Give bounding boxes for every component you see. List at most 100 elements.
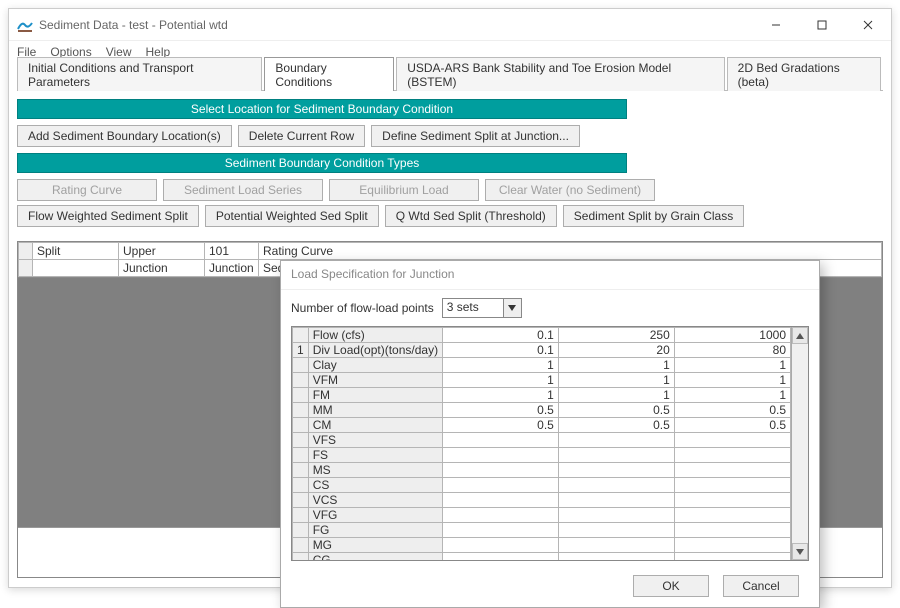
- cell[interactable]: [443, 463, 559, 478]
- add-location-button[interactable]: Add Sediment Boundary Location(s): [17, 125, 232, 147]
- cancel-button[interactable]: Cancel: [723, 575, 799, 597]
- cell[interactable]: 1000: [674, 328, 790, 343]
- cell[interactable]: [674, 553, 790, 561]
- cell[interactable]: [558, 478, 674, 493]
- minimize-button[interactable]: [753, 9, 799, 40]
- cell[interactable]: [558, 508, 674, 523]
- cell[interactable]: [674, 508, 790, 523]
- cell[interactable]: [443, 553, 559, 561]
- grid-row[interactable]: CS: [293, 478, 791, 493]
- cell[interactable]: 1: [558, 358, 674, 373]
- tab-2d-gradations[interactable]: 2D Bed Gradations (beta): [727, 57, 881, 91]
- cell[interactable]: Upper: [119, 243, 205, 260]
- cell[interactable]: [674, 463, 790, 478]
- grid-row[interactable]: Flow (cfs)0.12501000: [293, 328, 791, 343]
- clear-water-button[interactable]: Clear Water (no Sediment): [485, 179, 655, 201]
- cell[interactable]: 1: [674, 373, 790, 388]
- cell[interactable]: [443, 448, 559, 463]
- define-split-button[interactable]: Define Sediment Split at Junction...: [371, 125, 580, 147]
- grid-row[interactable]: MG: [293, 538, 791, 553]
- cell[interactable]: [558, 433, 674, 448]
- cell[interactable]: [443, 508, 559, 523]
- grid-row[interactable]: Clay111: [293, 358, 791, 373]
- cell[interactable]: [443, 433, 559, 448]
- cell[interactable]: [674, 493, 790, 508]
- grid-row[interactable]: VFM111: [293, 373, 791, 388]
- cell[interactable]: 250: [558, 328, 674, 343]
- chevron-down-icon[interactable]: [503, 299, 521, 317]
- scroll-down-icon[interactable]: [792, 543, 808, 560]
- cell[interactable]: [558, 493, 674, 508]
- cell[interactable]: [558, 553, 674, 561]
- cell[interactable]: 0.5: [558, 418, 674, 433]
- cell[interactable]: 0.5: [443, 403, 559, 418]
- scroll-up-icon[interactable]: [792, 327, 808, 344]
- cell[interactable]: 0.5: [674, 403, 790, 418]
- maximize-button[interactable]: [799, 9, 845, 40]
- load-series-button[interactable]: Sediment Load Series: [163, 179, 323, 201]
- grid-row[interactable]: VFG: [293, 508, 791, 523]
- ok-button[interactable]: OK: [633, 575, 709, 597]
- cell[interactable]: 0.5: [443, 418, 559, 433]
- table-row[interactable]: SplitUpper101Rating Curve: [19, 243, 882, 260]
- rating-curve-button[interactable]: Rating Curve: [17, 179, 157, 201]
- cell[interactable]: 0.5: [674, 418, 790, 433]
- cell[interactable]: 1: [443, 358, 559, 373]
- cell[interactable]: Split: [33, 243, 119, 260]
- cell[interactable]: [33, 260, 119, 277]
- flow-weighted-split-button[interactable]: Flow Weighted Sediment Split: [17, 205, 199, 227]
- cell[interactable]: [443, 478, 559, 493]
- tab-boundary-conditions[interactable]: Boundary Conditions: [264, 57, 394, 91]
- cell[interactable]: [558, 448, 674, 463]
- cell[interactable]: 0.1: [443, 328, 559, 343]
- tab-bstem[interactable]: USDA-ARS Bank Stability and Toe Erosion …: [396, 57, 724, 91]
- cell[interactable]: 1: [674, 358, 790, 373]
- grid-row[interactable]: CG: [293, 553, 791, 561]
- cell[interactable]: [443, 523, 559, 538]
- grid-row[interactable]: VFS: [293, 433, 791, 448]
- cell[interactable]: [558, 538, 674, 553]
- cell[interactable]: [558, 463, 674, 478]
- grid-row[interactable]: FS: [293, 448, 791, 463]
- cell[interactable]: 0.1: [443, 343, 559, 358]
- cell[interactable]: Junction: [205, 260, 259, 277]
- cell[interactable]: [443, 538, 559, 553]
- grid-row[interactable]: FG: [293, 523, 791, 538]
- grid-row[interactable]: 1Div Load(opt)(tons/day)0.12080: [293, 343, 791, 358]
- cell[interactable]: [674, 478, 790, 493]
- cell[interactable]: [674, 433, 790, 448]
- load-grid[interactable]: Flow (cfs)0.125010001Div Load(opt)(tons/…: [291, 326, 809, 561]
- equilibrium-button[interactable]: Equilibrium Load: [329, 179, 479, 201]
- cell[interactable]: 1: [558, 373, 674, 388]
- grid-row[interactable]: MS: [293, 463, 791, 478]
- row-selector[interactable]: [19, 260, 33, 277]
- cell[interactable]: 0.5: [558, 403, 674, 418]
- cell[interactable]: 1: [674, 388, 790, 403]
- grid-row[interactable]: VCS: [293, 493, 791, 508]
- tab-initial-conditions[interactable]: Initial Conditions and Transport Paramet…: [17, 57, 262, 91]
- close-button[interactable]: [845, 9, 891, 40]
- potential-weighted-split-button[interactable]: Potential Weighted Sed Split: [205, 205, 379, 227]
- row-selector[interactable]: [19, 243, 33, 260]
- cell[interactable]: 1: [443, 373, 559, 388]
- cell[interactable]: [443, 493, 559, 508]
- cell[interactable]: Junction: [119, 260, 205, 277]
- cell[interactable]: [674, 448, 790, 463]
- cell[interactable]: 1: [558, 388, 674, 403]
- q-wtd-threshold-button[interactable]: Q Wtd Sed Split (Threshold): [385, 205, 557, 227]
- grid-row[interactable]: MM0.50.50.5: [293, 403, 791, 418]
- grid-row[interactable]: FM111: [293, 388, 791, 403]
- cell[interactable]: [558, 523, 674, 538]
- cell[interactable]: 1: [443, 388, 559, 403]
- cell[interactable]: 20: [558, 343, 674, 358]
- cell[interactable]: [674, 538, 790, 553]
- delete-row-button[interactable]: Delete Current Row: [238, 125, 365, 147]
- cell[interactable]: 80: [674, 343, 790, 358]
- vertical-scrollbar[interactable]: [791, 327, 808, 560]
- cell[interactable]: [674, 523, 790, 538]
- num-points-combo[interactable]: 3 sets: [442, 298, 522, 318]
- grain-class-split-button[interactable]: Sediment Split by Grain Class: [563, 205, 744, 227]
- cell[interactable]: 101: [205, 243, 259, 260]
- grid-row[interactable]: CM0.50.50.5: [293, 418, 791, 433]
- cell[interactable]: Rating Curve: [259, 243, 882, 260]
